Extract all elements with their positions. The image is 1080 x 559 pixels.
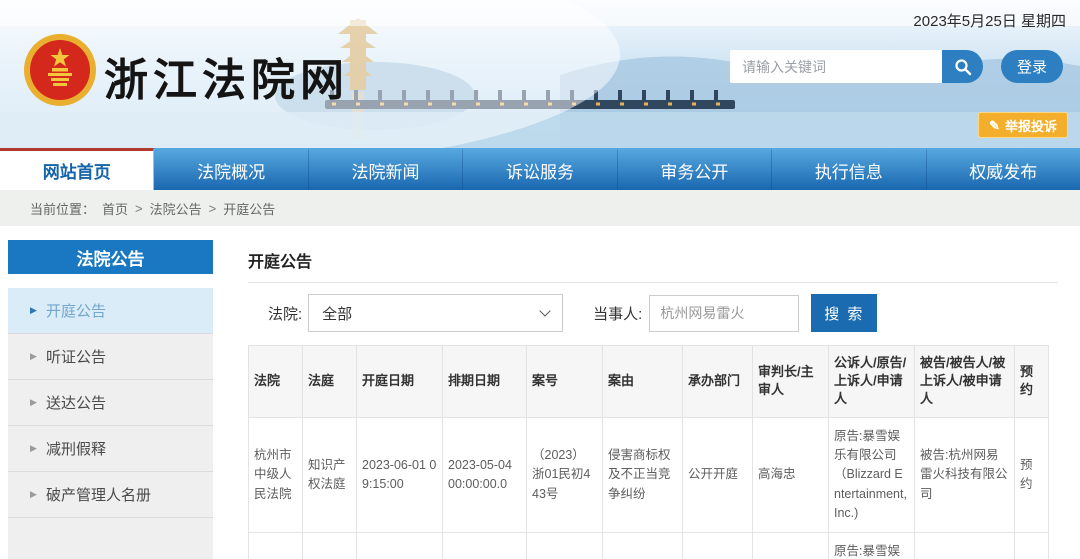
page-content: 法院公告 ▶ 开庭公告 ▶ 听证公告 ▶ 送达公告 ▶ 减刑假释 ▶ 破产管理人名册 开庭公告 法… xyxy=(0,226,1080,559)
table-cell: 王玲 xyxy=(753,533,829,559)
page-title: 开庭公告 xyxy=(248,248,1058,272)
table-cell: 原告:暴雪娱乐有限公司（Blizzard Entertainment, Inc.… xyxy=(829,533,915,559)
search-input[interactable] xyxy=(730,50,942,83)
pen-report-icon: ✎ xyxy=(989,119,1000,132)
national-emblem-logo xyxy=(22,32,98,108)
table-column-header: 案号 xyxy=(527,346,603,418)
reserve-link[interactable]: 预约 xyxy=(1015,533,1049,559)
search-icon xyxy=(954,58,972,76)
sidebar-item[interactable]: ▶ 开庭公告 xyxy=(8,288,213,334)
table-column-header: 公诉人/原告/上诉人/申请人 xyxy=(829,346,915,418)
breadcrumb-separator: > xyxy=(135,201,143,216)
court-select-value: 全部 xyxy=(322,303,352,324)
sidebar-item[interactable]: ▶ 破产管理人名册 xyxy=(8,472,213,518)
sidebar-item-label: 送达公告 xyxy=(46,392,106,413)
table-row: 杭州市中级人民法院知识产权法庭2023-06-01 09:15:002023-0… xyxy=(249,417,1049,533)
table-column-header: 审判长/主审人 xyxy=(753,346,829,418)
reserve-link[interactable]: 预约 xyxy=(1015,417,1049,533)
table-row: 杭州市中级人民法院知识产权法庭2023-06-01 14:30:002023-0… xyxy=(249,533,1049,559)
hearing-announcement-table: 法院法庭开庭日期排期日期案号案由承办部门审判长/主审人公诉人/原告/上诉人/申请… xyxy=(248,345,1049,559)
table-cell: 杭州市中级人民法院 xyxy=(249,533,303,559)
sidebar-item-label: 开庭公告 xyxy=(46,300,106,321)
main-panel: 开庭公告 法院: 全部 当事人: 搜 索 法院法庭开庭日期排期日期案号案由承办部… xyxy=(248,226,1058,559)
table-cell: 被告:杭州网易雷火科技有限公司 xyxy=(915,417,1015,533)
sidebar-item-label: 减刑假释 xyxy=(46,438,106,459)
report-button-label: 举报投诉 xyxy=(1005,116,1057,135)
breadcrumb-link[interactable]: 开庭公告 xyxy=(223,199,275,218)
table-cell: 著作权侵权纠纷 xyxy=(603,533,683,559)
table-column-header: 排期日期 xyxy=(443,346,527,418)
search-button[interactable] xyxy=(942,50,983,83)
table-cell: 2023-06-01 14:30:00 xyxy=(357,533,443,559)
breadcrumb-links: 首页 > 法院公告 > 开庭公告 xyxy=(95,199,282,218)
sidebar-item-label: 破产管理人名册 xyxy=(46,484,151,505)
sidebar-item[interactable]: ▶ 听证公告 xyxy=(8,334,213,380)
table-cell: 杭州市中级人民法院 xyxy=(249,417,303,533)
breadcrumb-separator: > xyxy=(209,201,217,216)
table-cell: 高海忠 xyxy=(753,417,829,533)
table-column-header: 案由 xyxy=(603,346,683,418)
site-header: 浙江法院网 2023年5月25日 星期四 登录 ✎ 举报投诉 xyxy=(0,0,1080,148)
nav-tab[interactable]: 法院概况 xyxy=(154,148,308,190)
nav-tab[interactable]: 诉讼服务 xyxy=(463,148,617,190)
login-button[interactable]: 登录 xyxy=(1001,50,1063,83)
table-column-header: 承办部门 xyxy=(683,346,753,418)
table-cell: 公开开庭 xyxy=(683,533,753,559)
table-search-button[interactable]: 搜 索 xyxy=(811,294,877,332)
table-column-header: 被告/被告人/被上诉人/被申请人 xyxy=(915,346,1015,418)
breadcrumb-prefix: 当前位置： xyxy=(30,199,95,218)
sidebar-title: 法院公告 xyxy=(8,240,213,274)
table-cell: 公开开庭 xyxy=(683,417,753,533)
nav-tab[interactable]: 权威发布 xyxy=(927,148,1080,190)
table-cell: 2023-06-01 09:15:00 xyxy=(357,417,443,533)
chevron-down-icon xyxy=(540,305,551,316)
triangle-bullet-icon: ▶ xyxy=(30,351,37,362)
sidebar-item[interactable]: ▶ 送达公告 xyxy=(8,380,213,426)
breadcrumb-link[interactable]: 首页 xyxy=(102,199,128,218)
header-search: 登录 xyxy=(730,50,1063,83)
table-column-header: 预约 xyxy=(1015,346,1049,418)
triangle-bullet-icon: ▶ xyxy=(30,489,37,500)
table-cell: 原告:暴雪娱乐有限公司（Blizzard Entertainment, Inc.… xyxy=(829,417,915,533)
triangle-bullet-icon: ▶ xyxy=(30,443,37,454)
table-cell: （2023）浙01民初443号 xyxy=(527,417,603,533)
current-date: 2023年5月25日 星期四 xyxy=(913,10,1066,31)
sidebar: 法院公告 ▶ 开庭公告 ▶ 听证公告 ▶ 送达公告 ▶ 减刑假释 ▶ 破产管理人名册 xyxy=(8,240,213,559)
breadcrumb-link[interactable]: 法院公告 xyxy=(150,199,202,218)
report-complaint-button[interactable]: ✎ 举报投诉 xyxy=(978,112,1068,138)
sidebar-item[interactable]: ▶ 减刑假释 xyxy=(8,426,213,472)
sidebar-item-label: 听证公告 xyxy=(46,346,106,367)
table-cell: 被告:杭州网易雷火科技有限公司 xyxy=(915,533,1015,559)
filter-bar: 法院: 全部 当事人: 搜 索 xyxy=(248,283,1058,343)
table-cell: 知识产权法庭 xyxy=(303,533,357,559)
court-select[interactable]: 全部 xyxy=(308,294,563,332)
table-body: 杭州市中级人民法院知识产权法庭2023-06-01 09:15:002023-0… xyxy=(249,417,1049,559)
table-column-header: 法庭 xyxy=(303,346,357,418)
table-header: 法院法庭开庭日期排期日期案号案由承办部门审判长/主审人公诉人/原告/上诉人/申请… xyxy=(249,346,1049,418)
nav-tab[interactable]: 法院新闻 xyxy=(309,148,463,190)
nav-tab[interactable]: 执行信息 xyxy=(772,148,926,190)
party-input[interactable] xyxy=(649,295,799,332)
table-cell: 2023-05-04 00:00:00.0 xyxy=(443,417,527,533)
table-cell: 2023-05-04 00:00:00.0 xyxy=(443,533,527,559)
court-filter-label: 法院: xyxy=(268,303,302,324)
main-navigation: 网站首页法院概况法院新闻诉讼服务审务公开执行信息权威发布 xyxy=(0,148,1080,190)
sidebar-menu: ▶ 开庭公告 ▶ 听证公告 ▶ 送达公告 ▶ 减刑假释 ▶ 破产管理人名册 xyxy=(8,288,213,559)
table-column-header: 法院 xyxy=(249,346,303,418)
triangle-bullet-icon: ▶ xyxy=(30,305,37,316)
site-title: 浙江法院网 xyxy=(104,44,349,108)
table-cell: 侵害商标权及不正当竞争纠纷 xyxy=(603,417,683,533)
triangle-bullet-icon: ▶ xyxy=(30,397,37,408)
nav-tab[interactable]: 网站首页 xyxy=(0,148,154,190)
table-header-row: 法院法庭开庭日期排期日期案号案由承办部门审判长/主审人公诉人/原告/上诉人/申请… xyxy=(249,346,1049,418)
table-cell: （2023）浙01民初444号 xyxy=(527,533,603,559)
table-cell: 知识产权法庭 xyxy=(303,417,357,533)
table-column-header: 开庭日期 xyxy=(357,346,443,418)
nav-tab[interactable]: 审务公开 xyxy=(618,148,772,190)
breadcrumb: 当前位置： 首页 > 法院公告 > 开庭公告 xyxy=(0,190,1080,226)
party-filter-label: 当事人: xyxy=(593,303,642,324)
